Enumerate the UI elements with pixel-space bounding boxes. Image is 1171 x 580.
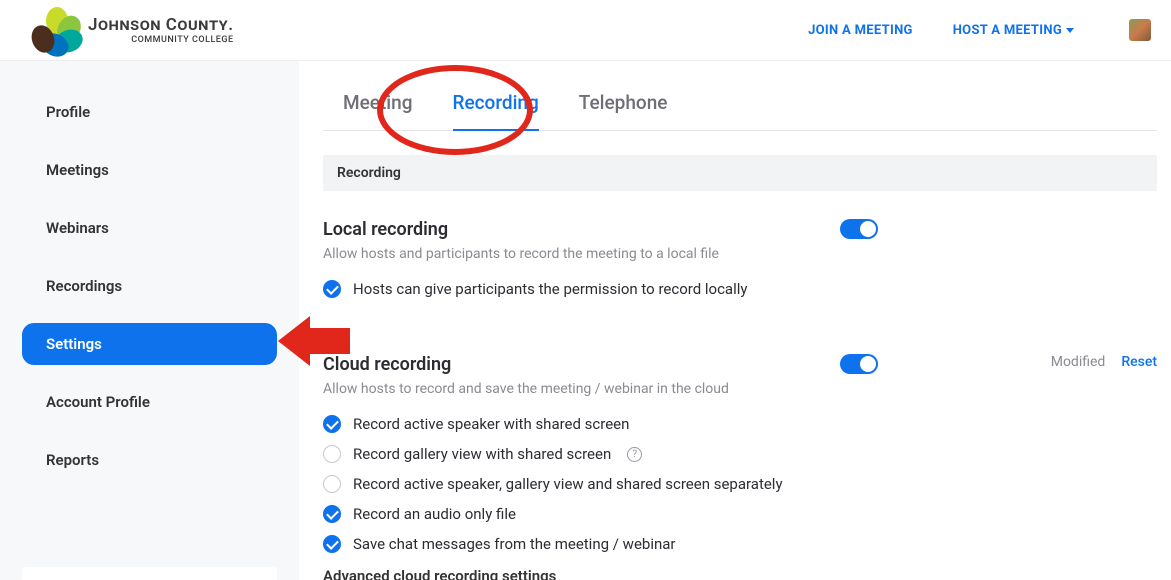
- cloud-recording-desc: Allow hosts to record and save the meeti…: [323, 381, 818, 397]
- section-header: Recording: [323, 155, 1157, 191]
- cloud-checkbox[interactable]: [323, 445, 341, 463]
- cloud-recording-title: Cloud recording: [323, 354, 818, 375]
- cloud-option: Record an audio only file: [323, 505, 1157, 523]
- local-recording-toggle[interactable]: [840, 219, 878, 239]
- sidebar-item-reports[interactable]: Reports: [22, 439, 277, 481]
- local-option-label: Hosts can give participants the permissi…: [353, 280, 747, 298]
- cloud-option-label: Record an audio only file: [353, 505, 516, 523]
- tab-meeting[interactable]: Meeting: [323, 77, 433, 130]
- reset-link[interactable]: Reset: [1121, 354, 1157, 370]
- local-recording-desc: Allow hosts and participants to record t…: [323, 246, 818, 262]
- cloud-recording-toggle[interactable]: [840, 354, 878, 374]
- avatar[interactable]: [1129, 19, 1151, 41]
- tabs: MeetingRecordingTelephone: [323, 77, 1157, 131]
- advanced-cloud-heading: Advanced cloud recording settings: [323, 567, 1157, 580]
- cloud-option: Record active speaker, gallery view and …: [323, 475, 1157, 493]
- chevron-down-icon: [1066, 28, 1074, 33]
- cloud-checkbox[interactable]: [323, 475, 341, 493]
- sidebar-item-profile[interactable]: Profile: [22, 91, 277, 133]
- org-logo: Johnson County. COMMUNITY COLLEGE: [30, 9, 234, 51]
- cloud-recording-block: Cloud recording Allow hosts to record an…: [323, 354, 1157, 397]
- cloud-option-label: Save chat messages from the meeting / we…: [353, 535, 676, 553]
- logo-icon: [30, 9, 78, 51]
- join-meeting-link[interactable]: JOIN A MEETING: [808, 23, 913, 38]
- cloud-option-label: Record active speaker, gallery view and …: [353, 475, 783, 493]
- cloud-option-label: Record gallery view with shared screen: [353, 445, 611, 463]
- help-box: Attend Live TrainingVideo TutorialsKnowl…: [22, 567, 277, 580]
- header: Johnson County. COMMUNITY COLLEGE JOIN A…: [0, 0, 1171, 61]
- cloud-checkbox[interactable]: [323, 505, 341, 523]
- modified-label: Modified: [1051, 354, 1106, 370]
- org-name: Johnson County.: [88, 15, 234, 35]
- sidebar-item-meetings[interactable]: Meetings: [22, 149, 277, 191]
- org-subname: COMMUNITY COLLEGE: [88, 35, 234, 45]
- local-recording-title: Local recording: [323, 219, 818, 240]
- sidebar: Profile Meetings Webinars Recordings Setting…: [0, 61, 299, 580]
- local-checkbox[interactable]: [323, 280, 341, 298]
- cloud-option: Save chat messages from the meeting / we…: [323, 535, 1157, 553]
- tab-recording[interactable]: Recording: [433, 77, 559, 130]
- local-recording-block: Local recording Allow hosts and particip…: [323, 219, 1157, 262]
- cloud-checkbox[interactable]: [323, 415, 341, 433]
- host-meeting-dropdown[interactable]: HOST A MEETING: [953, 23, 1074, 38]
- main: MeetingRecordingTelephone Recording Loca…: [299, 61, 1171, 580]
- tab-telephone[interactable]: Telephone: [559, 77, 688, 130]
- cloud-option: Record gallery view with shared screen?: [323, 445, 1157, 463]
- cloud-recording-options: Record active speaker with shared screen…: [323, 415, 1157, 553]
- sidebar-item-webinars[interactable]: Webinars: [22, 207, 277, 249]
- sidebar-item-settings[interactable]: Settings: [22, 323, 277, 365]
- local-recording-options: Hosts can give participants the permissi…: [323, 280, 1157, 298]
- sidebar-item-account-profile[interactable]: Account Profile: [22, 381, 277, 423]
- sidebar-item-recordings[interactable]: Recordings: [22, 265, 277, 307]
- local-option: Hosts can give participants the permissi…: [323, 280, 1157, 298]
- info-icon[interactable]: ?: [627, 447, 642, 462]
- host-meeting-label: HOST A MEETING: [953, 23, 1062, 38]
- cloud-option-label: Record active speaker with shared screen: [353, 415, 629, 433]
- cloud-option: Record active speaker with shared screen: [323, 415, 1157, 433]
- cloud-checkbox[interactable]: [323, 535, 341, 553]
